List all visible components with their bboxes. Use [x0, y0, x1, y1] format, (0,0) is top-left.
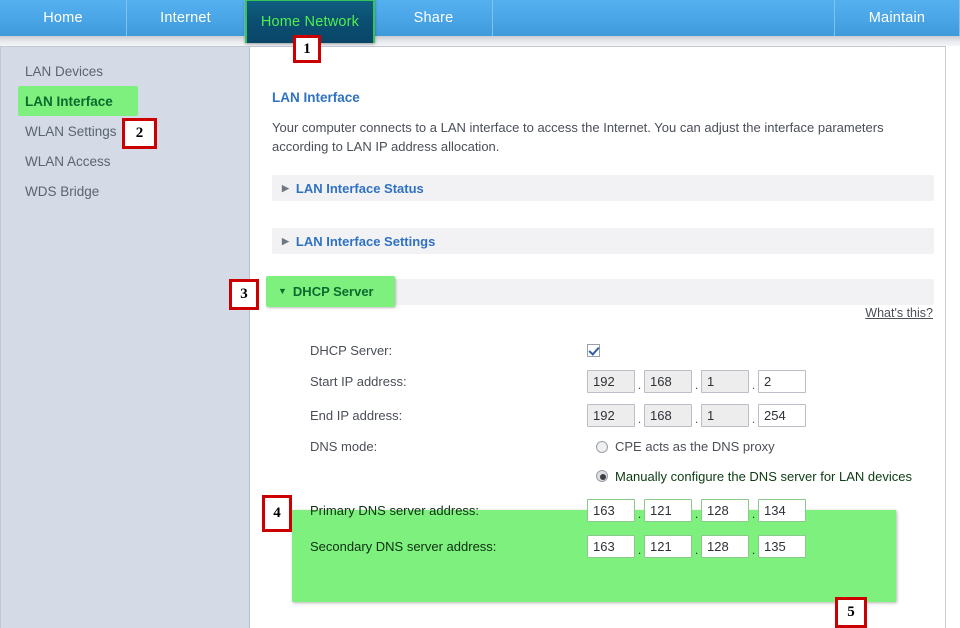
nav-underline — [0, 36, 960, 46]
annotation-badge-1: 1 — [293, 35, 321, 63]
start-ip-octet-2[interactable] — [644, 370, 692, 393]
row-secondary-dns: Secondary DNS server address: . . . — [251, 528, 945, 564]
nav-tab-share[interactable]: Share — [375, 0, 493, 36]
section-lan-interface-status[interactable]: ▶ LAN Interface Status — [272, 175, 934, 201]
section-dhcp-server[interactable]: ▼ DHCP Server — [266, 276, 395, 307]
row-start-ip: Start IP address: . . . — [251, 366, 945, 397]
section-label: LAN Interface Settings — [296, 234, 435, 249]
row-dns-manual: Manually configure the DNS server for LA… — [251, 460, 945, 492]
ip-separator: . — [635, 405, 644, 426]
sidebar-item-wlan-access[interactable]: WLAN Access — [1, 146, 249, 176]
nav-tab-home[interactable]: Home — [0, 0, 127, 36]
page-title: LAN Interface — [272, 90, 360, 105]
dhcp-server-checkbox[interactable] — [587, 344, 600, 357]
dhcp-form: DHCP Server: Start IP address: . . . — [251, 335, 945, 606]
right-gutter — [945, 46, 960, 628]
whats-this-link[interactable]: What's this? — [865, 306, 933, 320]
start-ip-label: Start IP address: — [310, 374, 407, 389]
nav-tab-maintain-label: Maintain — [869, 10, 925, 26]
end-ip-field: . . . — [587, 404, 806, 427]
secondary-dns-octet-2[interactable] — [644, 535, 692, 558]
dns-proxy-label: CPE acts as the DNS proxy — [615, 439, 775, 454]
nav-tab-internet[interactable]: Internet — [127, 0, 245, 36]
chevron-right-icon: ▶ — [282, 184, 289, 193]
primary-dns-field: . . . — [587, 499, 806, 522]
ip-separator: . — [692, 500, 701, 521]
dns-manual-label: Manually configure the DNS server for LA… — [615, 469, 912, 484]
start-ip-octet-1[interactable] — [587, 370, 635, 393]
nav-tab-share-label: Share — [414, 10, 454, 26]
secondary-dns-field: . . . — [587, 535, 806, 558]
row-dns-mode: DNS mode: CPE acts as the DNS proxy — [251, 433, 945, 460]
primary-dns-octet-2[interactable] — [644, 499, 692, 522]
nav-tab-home-network-label: Home Network — [261, 14, 359, 30]
annotation-badge-3: 3 — [229, 279, 259, 310]
dns-mode-label: DNS mode: — [310, 439, 377, 454]
chevron-right-icon: ▶ — [282, 237, 289, 246]
chevron-down-icon: ▼ — [278, 287, 287, 296]
nav-tab-home-label: Home — [43, 10, 82, 26]
end-ip-octet-3[interactable] — [701, 404, 749, 427]
ip-separator: . — [635, 536, 644, 557]
end-ip-label: End IP address: — [310, 408, 402, 423]
ip-separator: . — [635, 500, 644, 521]
secondary-dns-octet-3[interactable] — [701, 535, 749, 558]
router-admin-page: Home Internet Home Network Share Maintai… — [0, 0, 960, 628]
end-ip-octet-4[interactable] — [758, 404, 806, 427]
primary-dns-octet-3[interactable] — [701, 499, 749, 522]
page-description: Your computer connects to a LAN interfac… — [272, 118, 933, 156]
secondary-dns-label: Secondary DNS server address: — [310, 539, 496, 554]
ip-separator: . — [749, 371, 758, 392]
end-ip-octet-2[interactable] — [644, 404, 692, 427]
end-ip-octet-1[interactable] — [587, 404, 635, 427]
primary-dns-label: Primary DNS server address: — [310, 503, 479, 518]
ip-separator: . — [692, 536, 701, 557]
annotation-badge-4: 4 — [262, 495, 292, 532]
sidebar-item-label: WDS Bridge — [25, 184, 99, 199]
ip-separator: . — [749, 405, 758, 426]
primary-dns-octet-1[interactable] — [587, 499, 635, 522]
start-ip-octet-3[interactable] — [701, 370, 749, 393]
ip-separator: . — [749, 536, 758, 557]
sidebar-item-label: LAN Devices — [25, 64, 103, 79]
nav-tab-internet-label: Internet — [160, 10, 211, 26]
secondary-dns-octet-1[interactable] — [587, 535, 635, 558]
annotation-badge-5: 5 — [835, 597, 867, 628]
sidebar-item-lan-interface[interactable]: LAN Interface — [18, 86, 138, 116]
row-end-ip: End IP address: . . . — [251, 397, 945, 433]
section-label: LAN Interface Status — [296, 181, 424, 196]
sidebar-item-lan-devices[interactable]: LAN Devices — [1, 56, 249, 86]
dns-proxy-option[interactable]: CPE acts as the DNS proxy — [596, 439, 775, 454]
row-dhcp-server: DHCP Server: — [251, 335, 945, 366]
ip-separator: . — [635, 371, 644, 392]
nav-tab-maintain[interactable]: Maintain — [835, 0, 960, 36]
ip-separator: . — [749, 500, 758, 521]
primary-dns-octet-4[interactable] — [758, 499, 806, 522]
ip-separator: . — [692, 405, 701, 426]
sidebar-item-wds-bridge[interactable]: WDS Bridge — [1, 176, 249, 206]
main-navigation: Home Internet Home Network Share Maintai… — [0, 0, 960, 36]
annotation-badge-2: 2 — [122, 118, 157, 149]
section-lan-interface-settings[interactable]: ▶ LAN Interface Settings — [272, 228, 934, 254]
sidebar-item-label: WLAN Access — [25, 154, 111, 169]
start-ip-octet-4[interactable] — [758, 370, 806, 393]
dns-manual-radio[interactable] — [596, 470, 608, 482]
dhcp-server-label: DHCP Server: — [310, 343, 392, 358]
dns-proxy-radio[interactable] — [596, 441, 608, 453]
secondary-dns-octet-4[interactable] — [758, 535, 806, 558]
main-content: LAN Interface Your computer connects to … — [251, 47, 945, 628]
ip-separator: . — [692, 371, 701, 392]
sidebar-item-label: WLAN Settings — [25, 124, 117, 139]
section-label: DHCP Server — [293, 284, 374, 299]
dns-manual-option[interactable]: Manually configure the DNS server for LA… — [596, 469, 912, 484]
dns-manual-group: Manually configure the DNS server for LA… — [251, 460, 945, 564]
sidebar-item-label: LAN Interface — [25, 94, 113, 109]
row-primary-dns: Primary DNS server address: . . . — [251, 492, 945, 528]
start-ip-field: . . . — [587, 370, 806, 393]
nav-spacer — [493, 0, 835, 36]
